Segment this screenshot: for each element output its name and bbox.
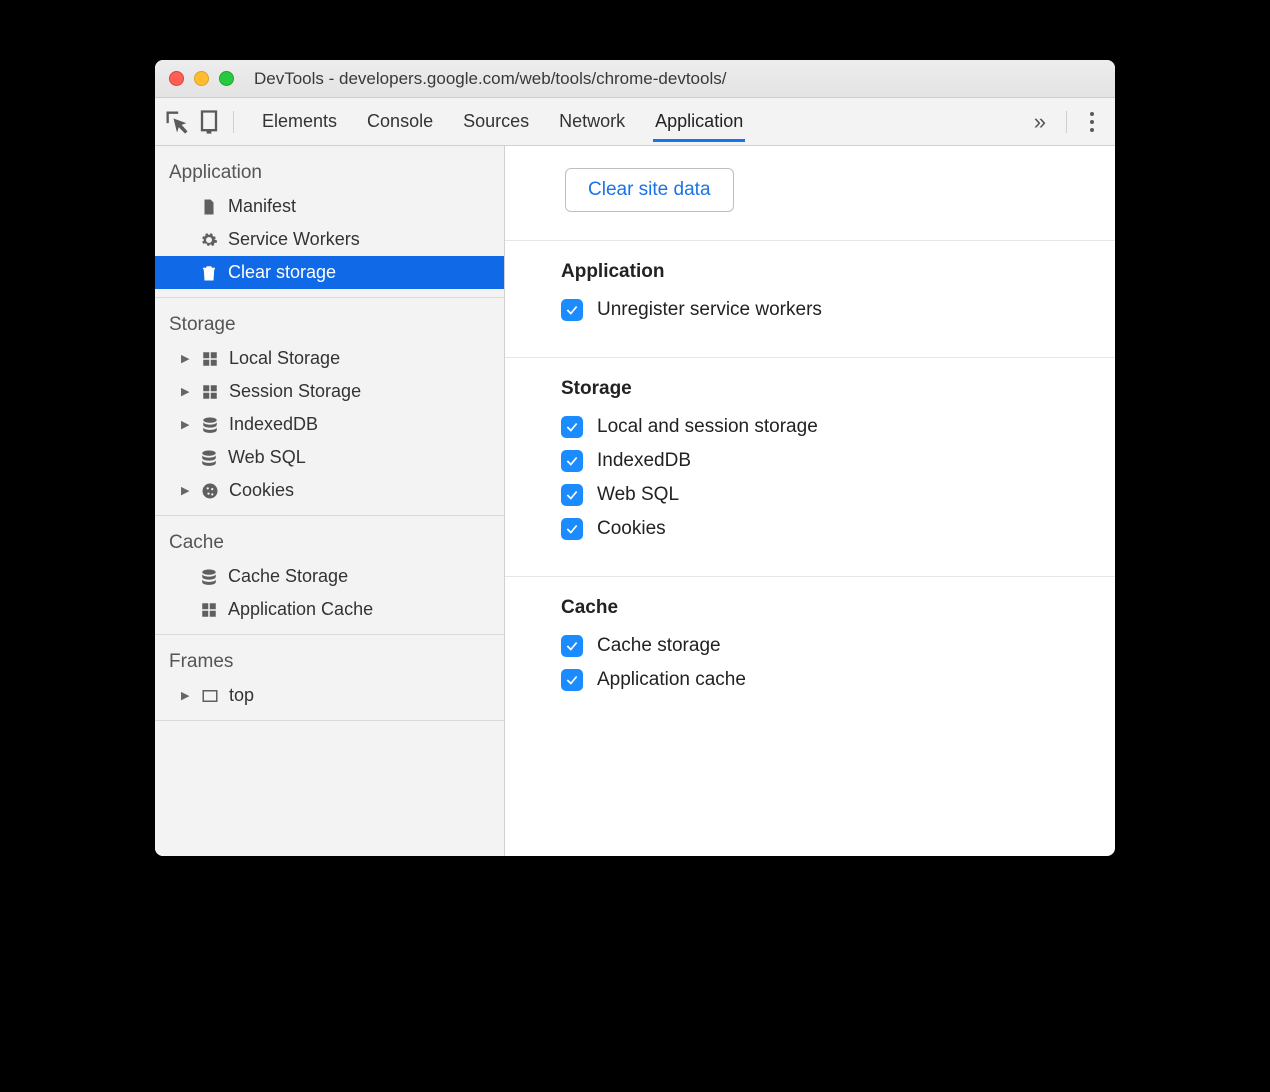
traffic-lights (169, 71, 234, 86)
checkbox-label: Cache storage (597, 635, 721, 657)
checkbox[interactable] (561, 299, 583, 321)
file-icon (199, 197, 219, 217)
sidebar-heading: Frames (155, 643, 504, 679)
kebab-menu-icon[interactable] (1077, 112, 1107, 132)
sidebar-item-label: Local Storage (229, 348, 340, 369)
checkbox-label: Unregister service workers (597, 299, 822, 321)
db-icon (199, 448, 219, 468)
db-icon (199, 567, 219, 587)
tab-network[interactable]: Network (557, 101, 627, 142)
close-window-button[interactable] (169, 71, 184, 86)
overflow-tabs-icon[interactable]: » (1024, 109, 1056, 135)
grid-icon (200, 349, 220, 369)
sidebar-item-service-workers[interactable]: Service Workers (155, 223, 504, 256)
application-sidebar: Application Manifest Service Workers Clear … (155, 146, 505, 856)
sidebar-item-indexeddb[interactable]: ▶ IndexedDB (155, 408, 504, 441)
inspect-icon[interactable] (163, 108, 191, 136)
sidebar-item-clear-storage[interactable]: Clear storage (155, 256, 504, 289)
sidebar-item-label: Application Cache (228, 599, 373, 620)
sidebar-heading: Application (155, 154, 504, 190)
sidebar-item-session-storage[interactable]: ▶ Session Storage (155, 375, 504, 408)
db-icon (200, 415, 220, 435)
sidebar-heading: Cache (155, 524, 504, 560)
sidebar-item-label: Cache Storage (228, 566, 348, 587)
checkbox-label: Cookies (597, 518, 666, 540)
panel-heading: Application (561, 261, 1085, 283)
checkbox[interactable] (561, 450, 583, 472)
frame-icon (200, 686, 220, 706)
tab-elements[interactable]: Elements (260, 101, 339, 142)
disclosure-triangle-icon[interactable]: ▶ (181, 689, 191, 702)
checkbox-label: IndexedDB (597, 450, 691, 472)
disclosure-triangle-icon[interactable]: ▶ (181, 484, 191, 497)
sidebar-item-cookies[interactable]: ▶ Cookies (155, 474, 504, 507)
sidebar-item-label: top (229, 685, 254, 706)
sidebar-item-manifest[interactable]: Manifest (155, 190, 504, 223)
sidebar-item-cache-storage[interactable]: Cache Storage (155, 560, 504, 593)
disclosure-triangle-icon[interactable]: ▶ (181, 352, 191, 365)
tab-application[interactable]: Application (653, 101, 745, 142)
sidebar-heading: Storage (155, 306, 504, 342)
checkbox[interactable] (561, 635, 583, 657)
sidebar-item-label: Service Workers (228, 229, 360, 250)
checkbox[interactable] (561, 669, 583, 691)
trash-icon (199, 263, 219, 283)
sidebar-item-label: IndexedDB (229, 414, 318, 435)
sidebar-item-web-sql[interactable]: Web SQL (155, 441, 504, 474)
divider (233, 111, 234, 133)
devtools-tabbar: Elements Console Sources Network Application… (155, 98, 1115, 146)
checkbox-row: Cookies (561, 518, 1085, 540)
devtools-window: DevTools - developers.google.com/web/too… (155, 60, 1115, 856)
checkbox-row: IndexedDB (561, 450, 1085, 472)
disclosure-triangle-icon[interactable]: ▶ (181, 418, 191, 431)
sidebar-item-label: Web SQL (228, 447, 306, 468)
checkbox-row: Local and session storage (561, 416, 1085, 438)
divider (1066, 111, 1067, 133)
sidebar-item-label: Session Storage (229, 381, 361, 402)
panel-heading: Cache (561, 597, 1085, 619)
device-toggle-icon[interactable] (195, 108, 223, 136)
checkbox-row: Unregister service workers (561, 299, 1085, 321)
checkbox-label: Web SQL (597, 484, 679, 506)
gear-icon (199, 230, 219, 250)
checkbox-row: Cache storage (561, 635, 1085, 657)
clear-site-data-button[interactable]: Clear site data (565, 168, 734, 212)
checkbox-row: Application cache (561, 669, 1085, 691)
checkbox[interactable] (561, 416, 583, 438)
clear-storage-panel: Clear site data Application Unregister se… (505, 146, 1115, 856)
sidebar-item-label: Cookies (229, 480, 294, 501)
panel-heading: Storage (561, 378, 1085, 400)
disclosure-triangle-icon[interactable]: ▶ (181, 385, 191, 398)
window-titlebar: DevTools - developers.google.com/web/too… (155, 60, 1115, 98)
grid-icon (200, 382, 220, 402)
sidebar-item-top[interactable]: ▶ top (155, 679, 504, 712)
cookie-icon (200, 481, 220, 501)
sidebar-item-label: Manifest (228, 196, 296, 217)
tab-console[interactable]: Console (365, 101, 435, 142)
checkbox-label: Local and session storage (597, 416, 818, 438)
sidebar-item-label: Clear storage (228, 262, 336, 283)
grid-icon (199, 600, 219, 620)
sidebar-item-application-cache[interactable]: Application Cache (155, 593, 504, 626)
sidebar-item-local-storage[interactable]: ▶ Local Storage (155, 342, 504, 375)
checkbox[interactable] (561, 484, 583, 506)
checkbox[interactable] (561, 518, 583, 540)
tab-sources[interactable]: Sources (461, 101, 531, 142)
checkbox-row: Web SQL (561, 484, 1085, 506)
checkbox-label: Application cache (597, 669, 746, 691)
minimize-window-button[interactable] (194, 71, 209, 86)
window-title: DevTools - developers.google.com/web/too… (244, 69, 1101, 89)
zoom-window-button[interactable] (219, 71, 234, 86)
